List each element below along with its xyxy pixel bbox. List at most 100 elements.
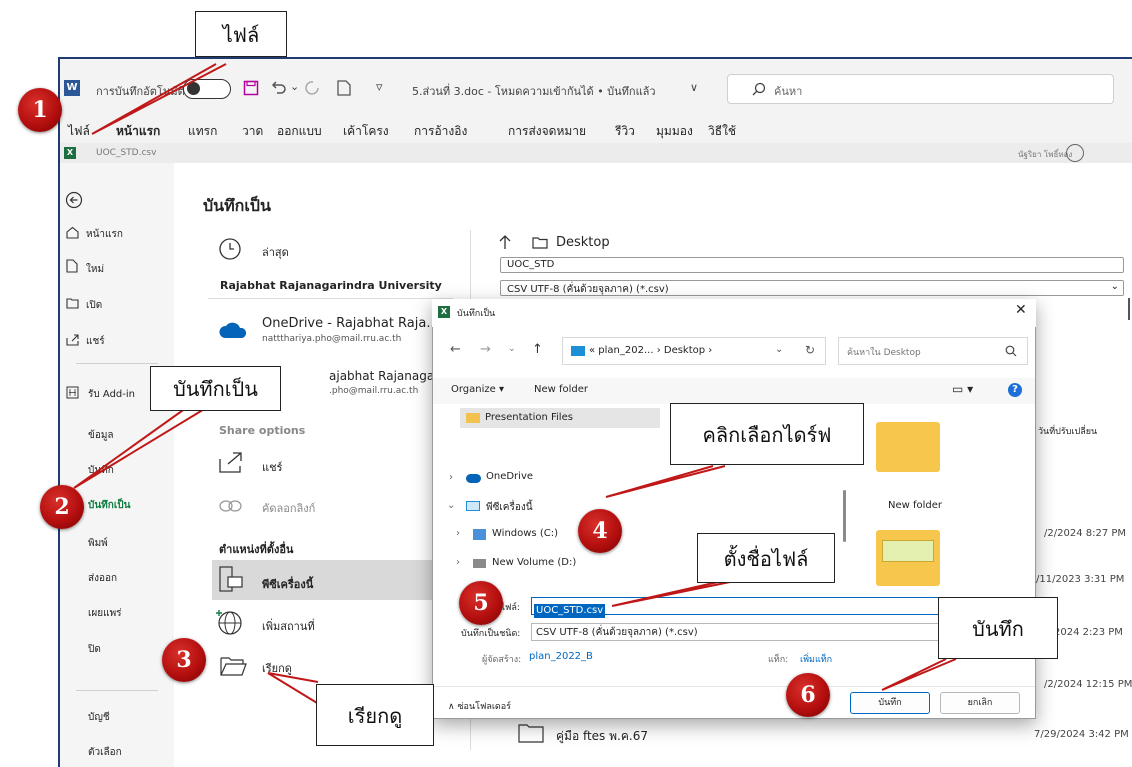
new-icon bbox=[66, 259, 78, 273]
location-this-pc[interactable] bbox=[212, 560, 458, 600]
expand-chevron-icon[interactable]: › bbox=[449, 472, 453, 483]
nav-open[interactable]: เปิด bbox=[86, 298, 102, 313]
backstage-nav bbox=[60, 163, 174, 767]
address-bar[interactable]: « plan_202... › Desktop › ⌄ ↻ bbox=[562, 337, 826, 365]
location-recent[interactable]: ล่าสุด bbox=[262, 243, 289, 261]
tab-insert[interactable]: แทรก bbox=[188, 122, 217, 141]
expand-chevron-icon[interactable]: › bbox=[456, 557, 460, 568]
up-arrow-icon[interactable] bbox=[498, 234, 512, 250]
tree-scrollbar[interactable] bbox=[843, 490, 846, 542]
dialog-search-input[interactable]: ค้นหาใน Desktop bbox=[838, 337, 1028, 365]
nav-print[interactable]: พิมพ์ bbox=[88, 536, 108, 551]
file-row-name[interactable]: คู่มือ ftes พ.ค.67 bbox=[556, 727, 648, 746]
nav-publish[interactable]: เผยแพร่ bbox=[88, 606, 122, 621]
tree-item-new-volume[interactable]: New Volume (D:) bbox=[492, 557, 576, 568]
save-icon[interactable] bbox=[243, 80, 259, 100]
tab-references[interactable]: การอ้างอิง bbox=[414, 122, 467, 141]
autosave-toggle[interactable] bbox=[183, 79, 231, 99]
cancel-button[interactable]: ยกเลิก bbox=[940, 692, 1020, 714]
tab-draw[interactable]: วาด bbox=[242, 122, 263, 141]
nav-options[interactable]: ตัวเลือก bbox=[88, 745, 122, 760]
document-title[interactable]: 5.ส่วนที่ 3.doc - โหมดความเข้ากันได้ • บ… bbox=[412, 82, 656, 100]
new-doc-icon[interactable] bbox=[337, 80, 351, 100]
browse-option[interactable]: เรียกดู bbox=[262, 659, 292, 677]
new-folder-button[interactable]: New folder bbox=[534, 384, 588, 395]
search-input[interactable]: ค้นหา bbox=[727, 74, 1114, 104]
author-value[interactable]: plan_2022_B bbox=[529, 651, 593, 662]
backstage-filetype-value: CSV UTF-8 (คั่นด้วยจุลภาค) (*.csv) bbox=[507, 284, 669, 295]
backstage-filename-input[interactable]: UOC_STD bbox=[500, 257, 1124, 273]
nav-close[interactable]: ปิด bbox=[88, 642, 101, 657]
tree-item-this-pc[interactable]: พีซีเครื่องนี้ bbox=[486, 500, 533, 515]
folder-icon[interactable] bbox=[876, 422, 940, 472]
nav-get-addins[interactable]: รับ Add-in bbox=[88, 387, 135, 402]
file-date: /2/2024 12:15 PM bbox=[1044, 679, 1132, 690]
title-chevron-icon[interactable]: ∨ bbox=[690, 81, 698, 94]
save-button[interactable]: บันทึก bbox=[850, 692, 930, 714]
nav-info[interactable]: ข้อมูล bbox=[88, 428, 114, 443]
nav-new[interactable]: ใหม่ bbox=[86, 262, 104, 277]
nav-save[interactable]: บันทึก bbox=[88, 463, 114, 478]
undo-icon[interactable] bbox=[270, 79, 288, 101]
tab-home[interactable]: หน้าแรก bbox=[116, 122, 160, 141]
screenshot-stage: W การบันทึกอัตโนมัติ ⌄ ▿ 5.ส่วนที่ 3.doc… bbox=[0, 0, 1132, 767]
section-share-options: Share options bbox=[219, 424, 306, 437]
up-arrow-icon[interactable]: ↑ bbox=[532, 342, 543, 357]
search-placeholder: ค้นหา bbox=[774, 85, 803, 98]
collapse-chevron-icon[interactable]: ⌄ bbox=[447, 500, 455, 511]
copy-link-option[interactable]: คัดลอกลิงก์ bbox=[262, 499, 315, 517]
author-label: ผู้จัดสร้าง: bbox=[482, 655, 522, 665]
nav-share[interactable]: แชร์ bbox=[86, 334, 105, 349]
excel-app-icon: X bbox=[64, 147, 76, 159]
column-header-modified[interactable]: วันที่ปรับเปลี่ยน bbox=[1038, 424, 1097, 438]
hide-folders-toggle[interactable]: ∧ ซ่อนโฟลเดอร์ bbox=[448, 699, 511, 713]
nav-home[interactable]: หน้าแรก bbox=[86, 227, 123, 242]
backstage-filetype-select[interactable]: CSV UTF-8 (คั่นด้วยจุลภาค) (*.csv) ⌄ bbox=[500, 280, 1124, 296]
user-avatar-icon[interactable] bbox=[1066, 144, 1084, 162]
history-chevron-icon[interactable]: ⌄ bbox=[508, 344, 516, 354]
tree-item-windows-drive[interactable]: Windows (C:) bbox=[492, 528, 558, 539]
chevron-down-icon[interactable]: ⌄ bbox=[775, 344, 783, 355]
nav-save-as[interactable]: บันทึกเป็น bbox=[88, 498, 130, 513]
ribbon-tab-bar bbox=[60, 117, 1132, 143]
tab-layout[interactable]: เค้าโครง bbox=[343, 122, 389, 141]
expand-chevron-icon[interactable]: › bbox=[456, 528, 460, 539]
step-badge-6: 6 bbox=[786, 673, 830, 717]
nav-export[interactable]: ส่งออก bbox=[88, 571, 117, 586]
tab-review[interactable]: รีวิว bbox=[615, 122, 635, 141]
filename-value: UOC_STD.csv bbox=[534, 604, 606, 618]
view-options-icon[interactable]: ▭ ▾ bbox=[952, 382, 973, 396]
tab-design[interactable]: ออกแบบ bbox=[277, 122, 322, 141]
callout-browse: เรียกดู bbox=[316, 684, 434, 746]
back-nav-icon[interactable]: ← bbox=[450, 342, 461, 357]
back-arrow-icon[interactable] bbox=[65, 191, 83, 213]
addin-grid-icon bbox=[66, 386, 79, 399]
organize-button[interactable]: Organize ▾ bbox=[451, 384, 504, 395]
tab-view[interactable]: มุมมอง bbox=[656, 122, 693, 141]
tab-mailings[interactable]: การส่งจดหมาย bbox=[508, 122, 586, 141]
tags-value[interactable]: เพิ่มแท็ก bbox=[800, 652, 832, 666]
divider bbox=[433, 686, 1035, 687]
close-icon[interactable]: ✕ bbox=[1015, 302, 1027, 318]
help-icon[interactable]: ? bbox=[1008, 383, 1022, 397]
redo-icon[interactable] bbox=[304, 79, 322, 101]
nav-divider bbox=[76, 363, 158, 364]
onedrive-name[interactable]: OneDrive - Rajabhat Raja... bbox=[262, 316, 439, 331]
breadcrumb[interactable]: Desktop bbox=[556, 235, 610, 250]
undo-chevron-icon[interactable]: ⌄ bbox=[290, 80, 299, 93]
drive-icon bbox=[473, 559, 486, 568]
divider bbox=[208, 298, 453, 299]
nav-account[interactable]: บัญชี bbox=[88, 710, 110, 725]
forward-nav-icon[interactable]: → bbox=[480, 342, 491, 357]
refresh-icon[interactable]: ↻ bbox=[805, 343, 815, 357]
backstage-filename-value: UOC_STD bbox=[507, 259, 555, 270]
add-place-option[interactable]: เพิ่มสถานที่ bbox=[262, 617, 315, 635]
folder-icon[interactable] bbox=[876, 530, 940, 586]
tab-file[interactable]: ไฟล์ bbox=[68, 122, 90, 141]
share-option[interactable]: แชร์ bbox=[262, 458, 282, 476]
qat-more-icon[interactable]: ▿ bbox=[376, 80, 383, 95]
tab-help[interactable]: วิธีใช้ bbox=[708, 122, 736, 141]
file-item-new-folder[interactable]: New folder bbox=[888, 500, 942, 511]
tree-item-onedrive[interactable]: OneDrive bbox=[486, 471, 533, 482]
add-place-globe-icon bbox=[216, 610, 242, 635]
